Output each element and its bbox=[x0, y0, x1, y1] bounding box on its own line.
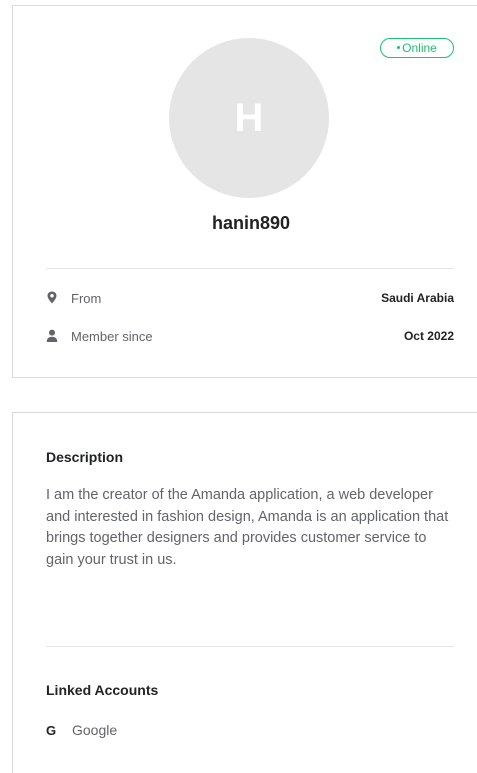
location-pin-icon bbox=[46, 291, 58, 305]
description-text: I am the creator of the Amanda applicati… bbox=[46, 487, 449, 568]
linked-account-label: Google bbox=[72, 722, 118, 738]
member-since-value: Oct 2022 bbox=[403, 329, 454, 343]
avatar[interactable]: H bbox=[169, 38, 329, 198]
profile-divider bbox=[46, 268, 454, 269]
description-divider bbox=[46, 646, 454, 647]
description-card: Description I am the creator of the Aman… bbox=[12, 412, 477, 773]
google-icon: G bbox=[46, 723, 57, 738]
from-value: Saudi Arabia bbox=[381, 291, 454, 305]
avatar-initial: H bbox=[234, 96, 264, 140]
info-row-member-since: Member since Oct 2022 bbox=[46, 327, 454, 347]
from-label: From bbox=[71, 291, 102, 306]
linked-accounts-title: Linked Accounts bbox=[46, 682, 159, 698]
description-title: Description bbox=[46, 449, 124, 465]
member-since-label: Member since bbox=[71, 329, 153, 344]
online-status-badge: Online bbox=[380, 38, 454, 58]
status-dot-icon bbox=[397, 46, 401, 50]
username: hanin890 bbox=[211, 213, 291, 233]
info-row-from: From Saudi Arabia bbox=[46, 289, 454, 309]
profile-card: Online H hanin890 From Saudi Arabia Memb… bbox=[12, 5, 477, 378]
user-icon bbox=[46, 329, 58, 343]
status-label: Online bbox=[402, 41, 437, 55]
